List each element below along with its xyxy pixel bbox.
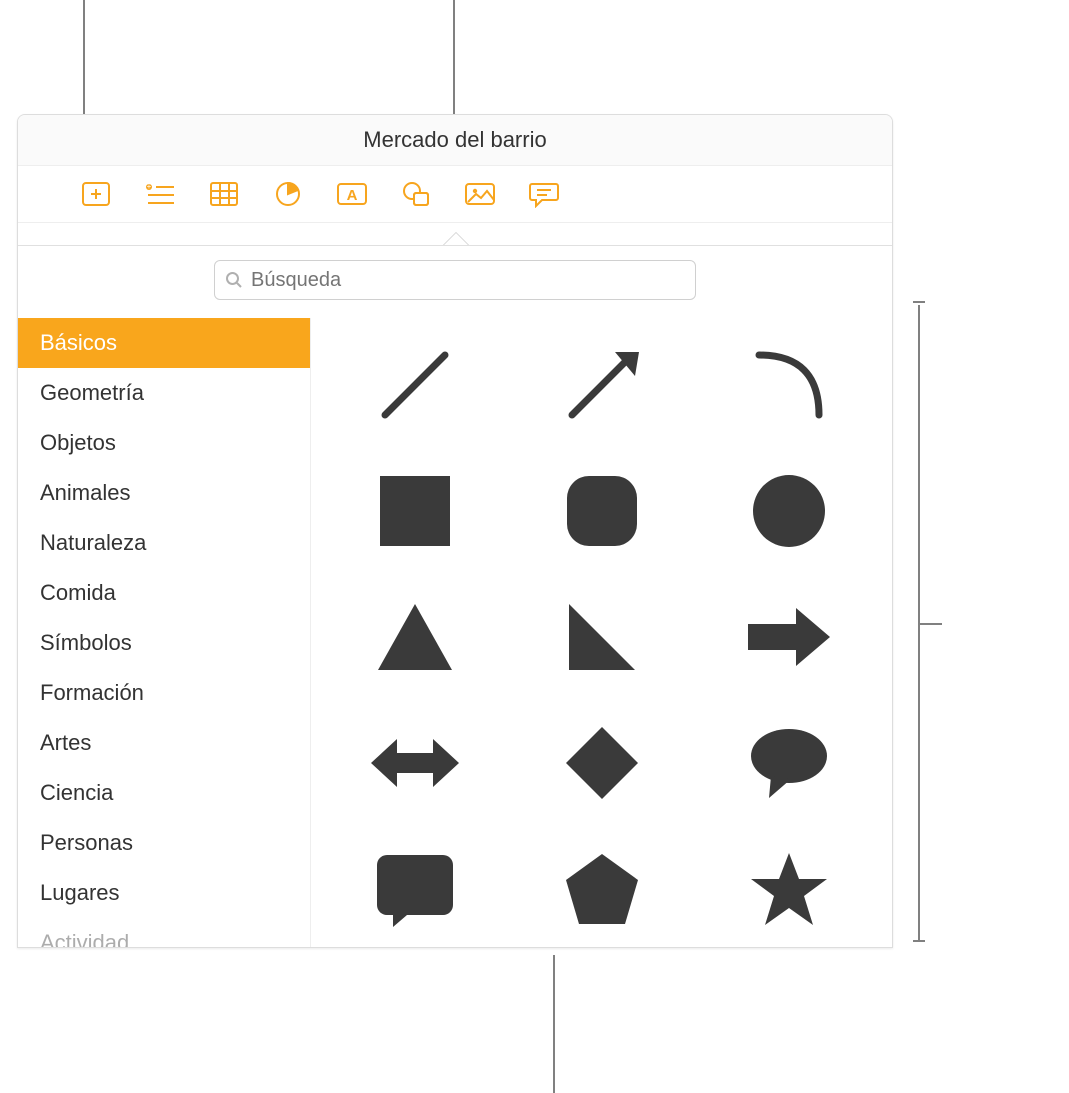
document-title: Mercado del barrio xyxy=(363,127,546,153)
category-geometria[interactable]: Geometría xyxy=(18,368,310,418)
search-input[interactable] xyxy=(249,268,685,293)
callout-square-shape[interactable] xyxy=(321,826,508,948)
add-slide-button[interactable] xyxy=(78,176,114,212)
search-wrap xyxy=(18,246,892,318)
title-bar: Mercado del barrio xyxy=(18,115,892,166)
svg-text:+: + xyxy=(147,182,152,191)
square-icon xyxy=(376,472,454,550)
double-arrow-icon xyxy=(367,731,463,795)
comment-icon xyxy=(529,180,559,208)
speech-bubble-shape[interactable] xyxy=(695,700,882,826)
search-icon xyxy=(225,271,243,289)
shapes-icon xyxy=(401,180,431,208)
arrow-line-icon xyxy=(557,340,647,430)
category-animales[interactable]: Animales xyxy=(18,468,310,518)
category-sidebar: Básicos Geometría Objetos Animales Natur… xyxy=(18,318,311,948)
insert-table-button[interactable] xyxy=(206,176,242,212)
category-simbolos[interactable]: Símbolos xyxy=(18,618,310,668)
category-formacion[interactable]: Formación xyxy=(18,668,310,718)
line-icon xyxy=(370,340,460,430)
triangle-shape[interactable] xyxy=(321,574,508,700)
category-personas[interactable]: Personas xyxy=(18,818,310,868)
circle-icon xyxy=(750,472,828,550)
svg-text:A: A xyxy=(347,187,358,204)
insert-text-button[interactable]: A xyxy=(334,176,370,212)
category-basicos[interactable]: Básicos xyxy=(18,318,310,368)
category-objetos[interactable]: Objetos xyxy=(18,418,310,468)
line-shape[interactable] xyxy=(321,322,508,448)
callout-tick xyxy=(913,301,925,303)
insert-shape-button[interactable] xyxy=(398,176,434,212)
right-triangle-shape[interactable] xyxy=(508,574,695,700)
callout-line xyxy=(553,955,555,1093)
insert-chart-button[interactable] xyxy=(270,176,306,212)
pentagon-icon xyxy=(562,850,642,928)
arrow-line-shape[interactable] xyxy=(508,322,695,448)
category-artes[interactable]: Artes xyxy=(18,718,310,768)
star-icon xyxy=(747,849,831,929)
diamond-icon xyxy=(562,723,642,803)
callout-line xyxy=(918,623,942,625)
speech-oval-icon xyxy=(747,726,831,800)
rounded-square-shape[interactable] xyxy=(508,448,695,574)
search-field[interactable] xyxy=(214,260,696,300)
insert-image-button[interactable] xyxy=(462,176,498,212)
category-ciencia[interactable]: Ciencia xyxy=(18,768,310,818)
rounded-square-icon xyxy=(563,472,641,550)
diamond-shape[interactable] xyxy=(508,700,695,826)
arrow-right-shape[interactable] xyxy=(695,574,882,700)
shapes-grid xyxy=(311,318,892,948)
callout-line xyxy=(83,0,85,121)
insert-comment-button[interactable] xyxy=(526,176,562,212)
toolbar: + A xyxy=(18,166,892,223)
category-lugares[interactable]: Lugares xyxy=(18,868,310,918)
triangle-icon xyxy=(374,598,456,676)
pentagon-shape[interactable] xyxy=(508,826,695,948)
right-triangle-icon xyxy=(563,598,641,676)
shapes-popover: Básicos Geometría Objetos Animales Natur… xyxy=(18,245,892,947)
category-comida[interactable]: Comida xyxy=(18,568,310,618)
arrow-right-icon xyxy=(744,602,834,672)
category-actividad[interactable]: Actividad xyxy=(18,918,310,948)
callout-line xyxy=(453,0,455,121)
app-window: Mercado del barrio + A xyxy=(17,114,893,948)
category-naturaleza[interactable]: Naturaleza xyxy=(18,518,310,568)
curve-shape[interactable] xyxy=(695,322,882,448)
table-icon xyxy=(209,181,239,207)
callout-tick xyxy=(913,940,925,942)
list-plus-icon: + xyxy=(144,181,176,207)
curve-icon xyxy=(744,340,834,430)
plus-rect-icon xyxy=(81,181,111,207)
callout-square-icon xyxy=(375,849,455,929)
image-icon xyxy=(464,181,496,207)
pie-chart-icon xyxy=(274,180,302,208)
insert-list-button[interactable]: + xyxy=(142,176,178,212)
circle-shape[interactable] xyxy=(695,448,882,574)
double-arrow-shape[interactable] xyxy=(321,700,508,826)
star-shape[interactable] xyxy=(695,826,882,948)
square-shape[interactable] xyxy=(321,448,508,574)
textbox-icon: A xyxy=(336,181,368,207)
